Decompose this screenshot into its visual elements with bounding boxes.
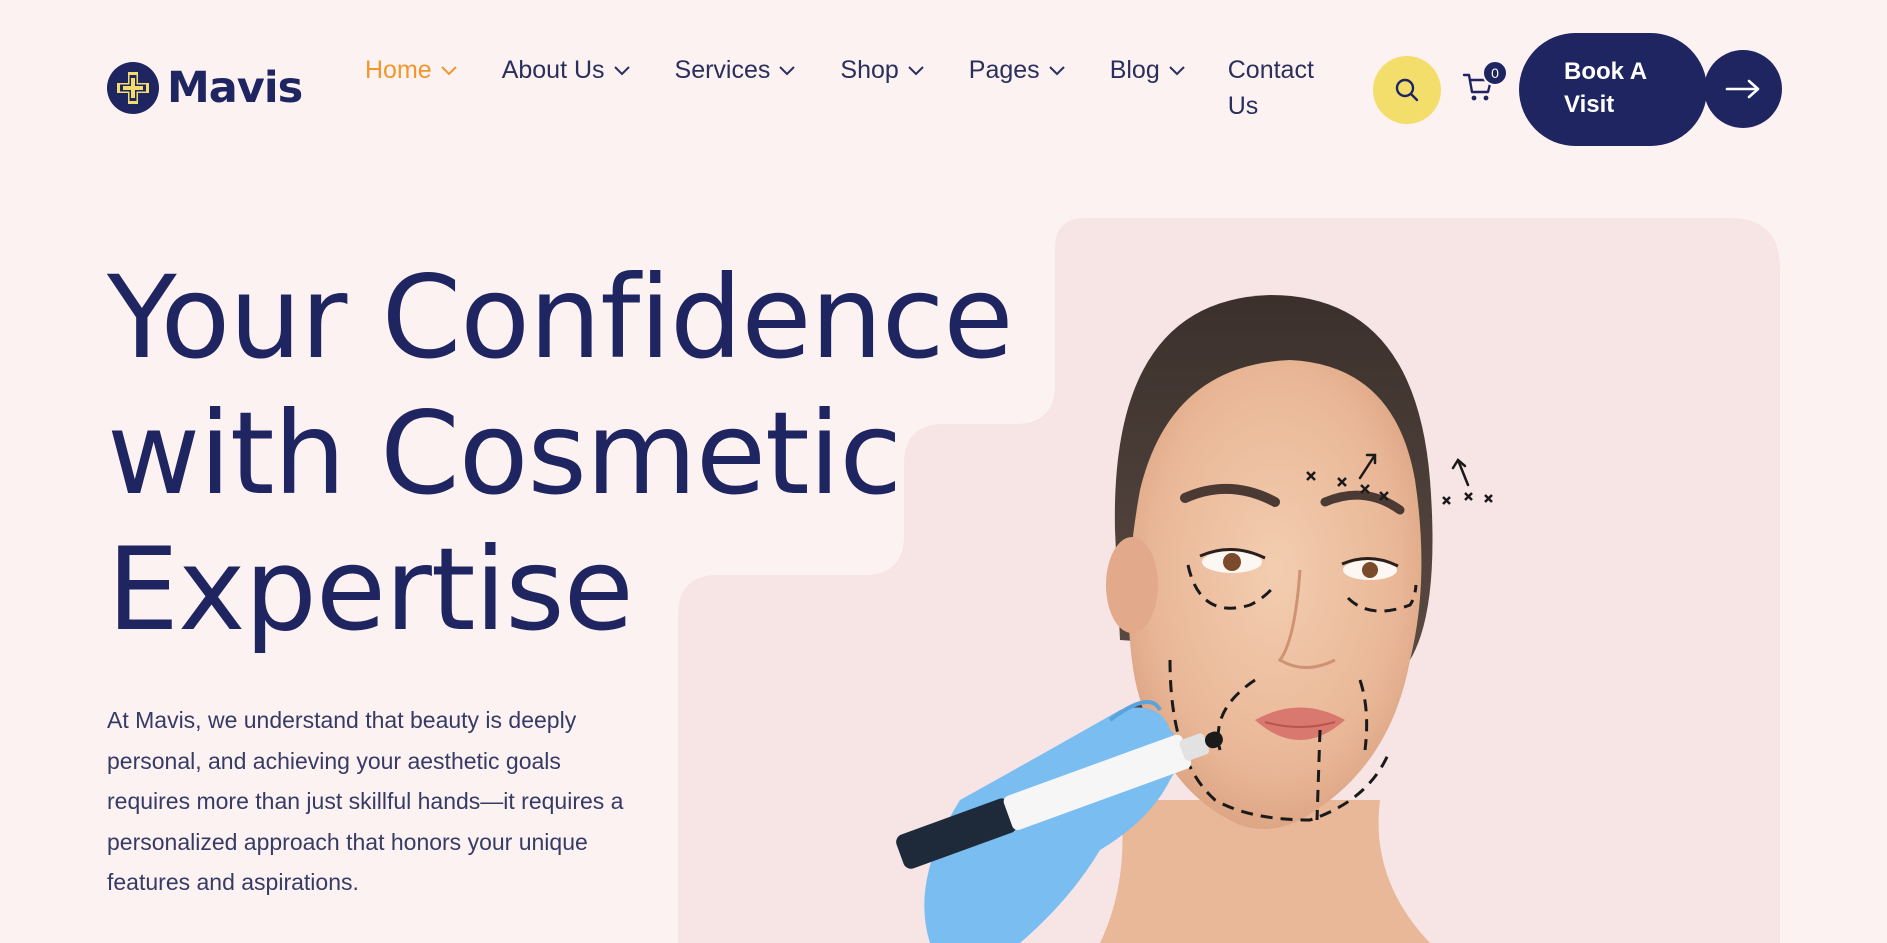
nav-item-home[interactable]: Home xyxy=(365,52,458,88)
cart-button[interactable]: 0 xyxy=(1462,60,1508,106)
nav-item-blog[interactable]: Blog xyxy=(1110,52,1186,88)
woman-face-illustration xyxy=(896,295,1493,943)
logo-cross-icon xyxy=(107,62,159,114)
search-button[interactable] xyxy=(1373,56,1441,124)
chevron-down-icon xyxy=(908,66,924,76)
hero-description: At Mavis, we understand that beauty is d… xyxy=(107,707,624,895)
cart-count-badge: 0 xyxy=(1482,60,1508,86)
book-a-visit-button[interactable]: Book A Visit xyxy=(1519,33,1707,146)
chevron-down-icon xyxy=(1169,66,1185,76)
brand-name: Mavis xyxy=(167,63,303,113)
arrow-right-icon xyxy=(1725,79,1760,99)
nav-item-label: Home xyxy=(365,55,432,84)
search-icon xyxy=(1395,78,1419,102)
nav-item-services[interactable]: Services xyxy=(675,52,797,88)
book-arrow-button[interactable] xyxy=(1704,50,1782,128)
nav-item-shop[interactable]: Shop xyxy=(840,52,924,88)
nav-item-contact-us[interactable]: Contact Us xyxy=(1228,52,1328,124)
hero-portrait-image xyxy=(870,280,1650,943)
main-nav: Home About Us Services Shop Pages Blog C… xyxy=(365,52,1328,124)
chevron-down-icon xyxy=(613,66,630,76)
site-header: Mavis Home About Us Services Shop Pages … xyxy=(0,0,1887,180)
logo[interactable]: Mavis xyxy=(107,62,303,114)
chevron-down-icon xyxy=(440,66,457,76)
chevron-down-icon xyxy=(1048,66,1065,76)
nav-item-pages[interactable]: Pages xyxy=(969,52,1066,88)
nav-item-label: Pages xyxy=(968,55,1040,84)
nav-item-label: Services xyxy=(674,55,771,84)
nav-item-label: Shop xyxy=(840,55,899,84)
chevron-down-icon xyxy=(779,66,796,76)
nav-item-label: Blog xyxy=(1109,55,1160,84)
nav-item-about-us[interactable]: About Us xyxy=(502,52,631,88)
nav-item-label: About Us xyxy=(501,55,605,84)
